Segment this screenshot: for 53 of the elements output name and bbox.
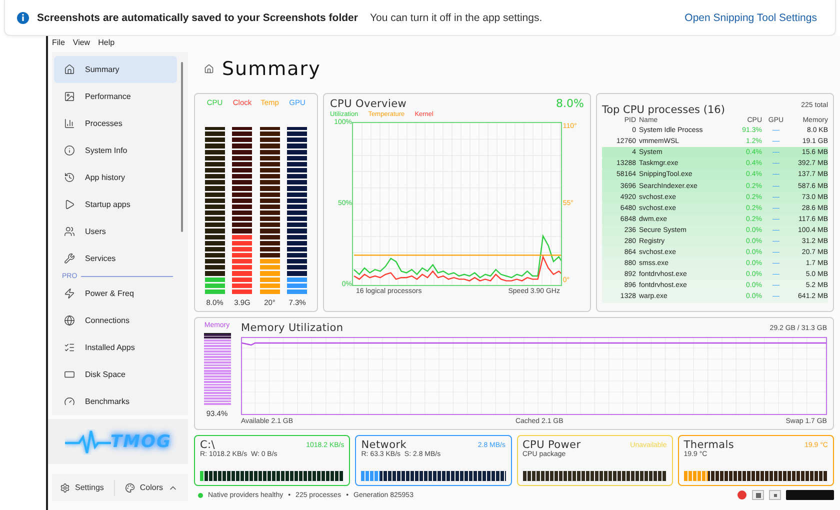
record-icon[interactable] [737,490,747,500]
cpu-reading: 8.0% [556,97,584,110]
bar-chart-icon [64,118,75,129]
sidebar-item[interactable]: Services [54,245,177,272]
sidebar-item[interactable]: App history [54,164,177,191]
small-button[interactable] [769,490,781,500]
card-title: CPU Overview [330,98,407,110]
sidebar-item[interactable]: System Info [54,137,177,164]
users-icon [64,226,75,237]
card-title: C:\ [200,439,216,451]
menu-item[interactable]: File [52,38,65,47]
settings-icon [60,482,70,492]
rectangle-icon [64,369,75,380]
palette-icon [124,482,135,492]
stop-button[interactable] [752,490,764,500]
notification-message: You can turn it off in the app settings. [370,12,542,24]
sidebar-item[interactable]: Installed Apps [54,334,177,361]
stop-icon [756,492,760,498]
page-title: Summary [222,58,321,80]
wrench-icon [64,253,75,264]
sidebar-item[interactable]: Disk Space [54,361,177,388]
info-icon [17,12,29,24]
sidebar-item[interactable]: Processes [54,110,177,137]
sidebar-item[interactable]: Connections [54,307,177,334]
gauge-icon [64,396,75,407]
home-icon [204,64,214,74]
card-title: Top CPU processes (16) [602,104,725,116]
sidebar-item[interactable]: Users [54,218,177,245]
card-title: Memory Utilization [241,322,344,334]
history-icon [64,172,75,183]
timer-display [786,490,834,500]
lightning-icon [64,288,75,299]
settings-button[interactable]: Settings [58,480,106,494]
play-icon [64,199,75,210]
logo: TMOG [48,419,188,464]
globe-icon [64,315,75,326]
sidebar-item[interactable]: Power & Freq [54,280,177,307]
menu-item[interactable]: Help [98,38,115,47]
sidebar-item[interactable]: Summary [54,56,177,83]
settings-link[interactable]: Open Snipping Tool Settings [684,12,817,24]
sidebar-item[interactable]: Startup apps [54,191,177,218]
card-title: CPU Power [522,439,581,451]
list-icon [64,342,75,353]
sidebar-item[interactable]: Performance [54,83,177,110]
picture-icon [64,91,75,102]
card-title: Thermals [684,439,734,451]
info-icon [64,145,75,156]
card-title: Network [361,439,406,451]
home-icon [64,64,75,75]
colors-button[interactable]: Colors [122,480,180,494]
menu-item[interactable]: View [72,38,90,47]
notification-title: Screenshots are automatically saved to your Screenshots folder [37,12,358,24]
sidebar-item[interactable]: Benchmarks [54,388,177,415]
